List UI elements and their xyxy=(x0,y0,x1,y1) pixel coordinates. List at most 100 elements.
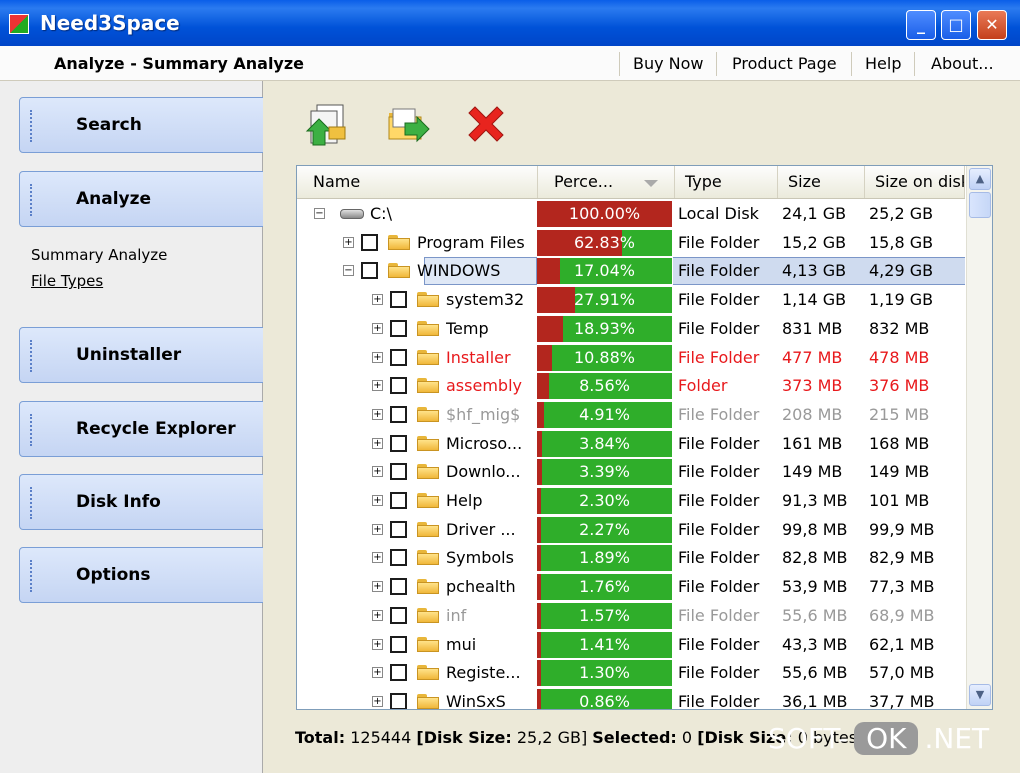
menu-buy-now[interactable]: Buy Now xyxy=(633,52,704,76)
row-checkbox[interactable] xyxy=(390,291,407,309)
expand-icon[interactable]: + xyxy=(372,495,383,506)
table-row[interactable]: + $hf_mig$ 4.91% File Folder 208 MB 215 MB xyxy=(297,401,965,429)
scroll-thumb[interactable] xyxy=(969,192,991,218)
expand-icon[interactable]: + xyxy=(372,322,383,334)
row-checkbox[interactable] xyxy=(390,578,407,596)
table-row[interactable]: + assembly 8.56% Folder 373 MB 376 MB xyxy=(297,372,965,400)
scroll-down-icon[interactable]: ▼ xyxy=(969,684,991,706)
close-button[interactable]: ✕ xyxy=(977,10,1007,40)
row-size-on-disk: 149 MB xyxy=(869,462,930,482)
row-checkbox[interactable] xyxy=(390,463,407,481)
collapse-icon[interactable]: − xyxy=(343,265,354,277)
expand-icon[interactable]: + xyxy=(372,638,383,650)
table-row[interactable]: + mui 1.41% File Folder 43,3 MB 62,1 MB xyxy=(297,631,965,659)
table-row[interactable]: + Symbols 1.89% File Folder 82,8 MB 82,9 MB xyxy=(297,544,965,572)
minimize-button[interactable]: _ xyxy=(906,10,936,40)
folder-icon xyxy=(417,665,439,681)
export-button[interactable] xyxy=(303,101,353,151)
expand-icon[interactable]: + xyxy=(372,408,383,420)
table-row[interactable]: + Registe... 1.30% File Folder 55,6 MB 57,0 M… xyxy=(297,659,965,687)
percent-bar: 1.89% xyxy=(537,545,672,572)
row-checkbox[interactable] xyxy=(390,520,407,538)
hard-drive-icon xyxy=(340,209,364,219)
row-checkbox[interactable] xyxy=(390,606,407,624)
table-row[interactable]: + Driver ... 2.27% File Folder 99,8 MB 99,9 M… xyxy=(297,516,965,544)
table-row[interactable]: + system32 27.91% File Folder 1,14 GB 1,19 GB xyxy=(297,286,965,314)
nav-recycle-label: Recycle Explorer xyxy=(76,419,236,439)
table-row[interactable]: + Help 2.30% File Folder 91,3 MB 101 MB xyxy=(297,487,965,515)
nav-uninstaller-button[interactable]: Uninstaller xyxy=(19,327,273,383)
expand-icon[interactable]: + xyxy=(372,523,383,535)
menu-about[interactable]: About... xyxy=(931,52,994,76)
collapse-icon[interactable]: − xyxy=(314,208,325,219)
row-name: Installer xyxy=(446,347,511,367)
expand-icon[interactable]: + xyxy=(372,294,383,306)
expand-icon[interactable]: + xyxy=(372,581,383,593)
table-header: Name Perce... Type Size Size on disk xyxy=(297,166,965,199)
table-row[interactable]: + Temp 18.93% File Folder 831 MB 832 MB xyxy=(297,315,965,343)
file-tree-table[interactable]: Name Perce... Type Size Size on disk − C:… xyxy=(296,165,993,710)
scroll-up-icon[interactable]: ▲ xyxy=(969,168,991,190)
folder-icon xyxy=(417,521,439,537)
sub-file-types[interactable]: File Types xyxy=(31,272,103,290)
expand-icon[interactable]: + xyxy=(372,351,383,363)
table-row[interactable]: − C:\ 100.00% Local Disk 24,1 GB 25,2 GB xyxy=(297,200,965,228)
col-percent[interactable]: Perce... xyxy=(538,166,675,198)
table-row[interactable]: + Downlo... 3.39% File Folder 149 MB 149 MB xyxy=(297,458,965,486)
percent-bar: 1.30% xyxy=(537,660,672,687)
nav-search-button[interactable]: Search xyxy=(19,97,273,153)
table-row[interactable]: + pchealth 1.76% File Folder 53,9 MB 77,3 MB xyxy=(297,573,965,601)
nav-options-button[interactable]: Options xyxy=(19,547,273,603)
expand-icon[interactable]: + xyxy=(343,236,354,248)
expand-icon[interactable]: + xyxy=(372,552,383,564)
col-size[interactable]: Size xyxy=(778,166,865,198)
menu-product-page[interactable]: Product Page xyxy=(732,52,837,76)
col-type[interactable]: Type xyxy=(675,166,778,198)
table-row[interactable]: − WINDOWS 17.04% File Folder 4,13 GB 4,29 GB xyxy=(297,257,965,286)
table-row[interactable]: + Installer 10.88% File Folder 477 MB 478 MB xyxy=(297,344,965,372)
col-name[interactable]: Name xyxy=(297,166,538,198)
folder-icon xyxy=(417,693,439,709)
row-size-on-disk: 57,0 MB xyxy=(869,663,935,683)
move-folder-button[interactable] xyxy=(383,101,433,151)
percent-bar: 10.88% xyxy=(537,344,672,371)
expand-icon[interactable]: + xyxy=(372,609,383,621)
expand-icon[interactable]: + xyxy=(372,466,383,478)
nav-disk-info-button[interactable]: Disk Info xyxy=(19,474,273,530)
row-checkbox[interactable] xyxy=(390,348,407,366)
nav-recycle-explorer-button[interactable]: Recycle Explorer xyxy=(19,401,273,457)
row-checkbox[interactable] xyxy=(390,664,407,682)
row-checkbox[interactable] xyxy=(390,492,407,509)
maximize-button[interactable]: □ xyxy=(941,10,971,40)
row-checkbox[interactable] xyxy=(390,319,407,337)
table-row[interactable]: + Microso... 3.84% File Folder 161 MB 168 MB xyxy=(297,430,965,458)
row-checkbox[interactable] xyxy=(390,405,407,423)
sub-summary-analyze[interactable]: Summary Analyze xyxy=(31,246,167,264)
row-checkbox[interactable] xyxy=(390,635,407,653)
row-checkbox[interactable] xyxy=(390,377,407,395)
delete-button[interactable] xyxy=(461,101,511,151)
percent-text: 1.76% xyxy=(579,577,630,597)
nav-analyze-button[interactable]: Analyze xyxy=(19,171,273,227)
percent-bar: 1.76% xyxy=(537,574,672,601)
expand-icon[interactable]: + xyxy=(372,695,383,707)
menu-help[interactable]: Help xyxy=(865,52,901,76)
expand-icon[interactable]: + xyxy=(372,437,383,449)
table-row[interactable]: + WinSxS 0.86% File Folder 36,1 MB 37,7 MB xyxy=(297,688,965,709)
expand-icon[interactable]: + xyxy=(372,667,383,679)
row-checkbox[interactable] xyxy=(390,692,407,709)
watermark-a: SOFT- xyxy=(768,722,849,755)
row-checkbox[interactable] xyxy=(361,262,378,280)
col-size-on-disk[interactable]: Size on disk xyxy=(865,166,965,198)
vertical-scrollbar[interactable]: ▲ ▼ xyxy=(966,166,992,709)
row-checkbox[interactable] xyxy=(390,434,407,452)
row-name: Downlo... xyxy=(446,462,521,482)
expand-icon[interactable]: + xyxy=(372,380,383,392)
percent-text: 3.84% xyxy=(579,433,630,453)
row-type: Local Disk xyxy=(678,204,759,223)
table-row[interactable]: + inf 1.57% File Folder 55,6 MB 68,9 MB xyxy=(297,602,965,630)
row-type: Folder xyxy=(678,376,728,396)
table-row[interactable]: + Program Files 62.83% File Folder 15,2 GB 15… xyxy=(297,229,965,257)
row-checkbox[interactable] xyxy=(390,549,407,567)
row-checkbox[interactable] xyxy=(361,233,378,251)
